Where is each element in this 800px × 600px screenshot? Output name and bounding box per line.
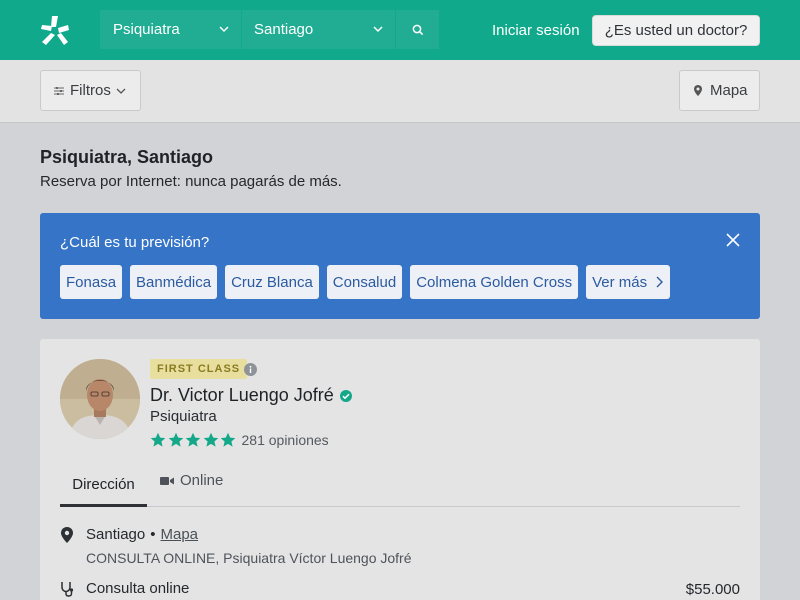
city-select[interactable]: Santiago [242,10,395,49]
service-name: Consulta online [86,580,190,597]
location-city: Santiago [86,526,146,543]
map-button[interactable]: Mapa [679,70,760,111]
service-price: $55.000 [685,581,740,598]
insurance-option-colmena[interactable]: Colmena Golden Cross [410,265,579,299]
star-icon [168,432,183,447]
map-label: Mapa [710,82,748,99]
search-button[interactable] [396,10,439,49]
star-icon [185,432,201,447]
filter-bar: Filtros Mapa [0,60,800,123]
chevron-right-icon [656,276,664,288]
doctor-avatar[interactable] [60,359,140,439]
doctor-name[interactable]: Dr. Victor Luengo Jofré [150,385,352,406]
close-icon[interactable] [726,233,740,247]
filters-label: Filtros [70,82,111,99]
city-value: Santiago [254,21,314,38]
star-icon [203,432,218,447]
first-class-badge: FIRST CLASS [150,359,248,379]
insurance-option-consalud[interactable]: Consalud [326,265,403,299]
service-row: Consulta online [60,580,189,597]
insurance-options: Fonasa Banmédica Cruz Blanca Consalud Co… [60,265,671,299]
stethoscope-icon [61,581,74,597]
doctor-photo [60,359,140,439]
insurance-more-button[interactable]: Ver más [586,265,671,299]
insurance-more-label: Ver más [592,273,648,291]
doctor-name-text: Dr. Victor Luengo Jofré [150,385,334,405]
video-camera-icon [160,476,174,485]
insurance-banner: ¿Cuál es tu previsión? Fonasa Banmédica … [40,213,760,319]
insurance-question: ¿Cuál es tu previsión? [60,234,210,251]
sliders-icon [54,86,64,95]
star-icon [220,432,236,447]
filters-button[interactable]: Filtros [40,70,141,111]
insurance-option-fonasa[interactable]: Fonasa [60,265,123,299]
star-icon [150,432,166,447]
page-title: Psiquiatra, Santiago [40,147,214,167]
tab-address[interactable]: Dirección [60,472,147,507]
chevron-down-icon [373,26,383,33]
info-icon[interactable] [244,363,257,376]
search-bar: Psiquiatra Santiago [100,10,439,49]
location-row: Santiago • Mapa [60,526,198,543]
specialty-value: Psiquiatra [113,21,180,38]
reviews-count: 281 opiniones [241,432,329,448]
doctoralia-logo-icon[interactable] [38,14,72,48]
doctor-cta-button[interactable]: ¿Es usted un doctor? [592,15,760,46]
login-link[interactable]: Iniciar sesión [492,22,580,39]
doctor-tabs: Dirección Online [60,462,740,507]
address-detail: CONSULTA ONLINE, Psiquiatra Víctor Lueng… [86,550,412,566]
doctor-rating[interactable]: 281 opiniones [150,432,329,448]
insurance-option-cruz-blanca[interactable]: Cruz Blanca [225,265,319,299]
tab-online-label: Online [180,472,224,489]
verified-check-icon [339,389,352,402]
top-header: Psiquiatra Santiago Iniciar sesión ¿Es u… [0,0,800,60]
map-pin-icon [694,85,702,96]
map-pin-icon [61,526,73,543]
doctor-card: FIRST CLASS Dr. Victor Luengo Jofré Psiq… [40,339,760,600]
page-subtitle: Reserva por Internet: nunca pagarás de m… [40,173,342,190]
location-map-link[interactable]: Mapa [160,526,198,543]
chevron-down-icon [116,88,126,94]
chevron-down-icon [219,26,229,33]
search-icon [412,24,423,35]
specialty-select[interactable]: Psiquiatra [100,10,241,49]
tab-online[interactable]: Online [160,472,223,489]
insurance-option-banmedica[interactable]: Banmédica [130,265,218,299]
location-separator: • [150,526,156,543]
doctor-specialty: Psiquiatra [150,408,217,425]
